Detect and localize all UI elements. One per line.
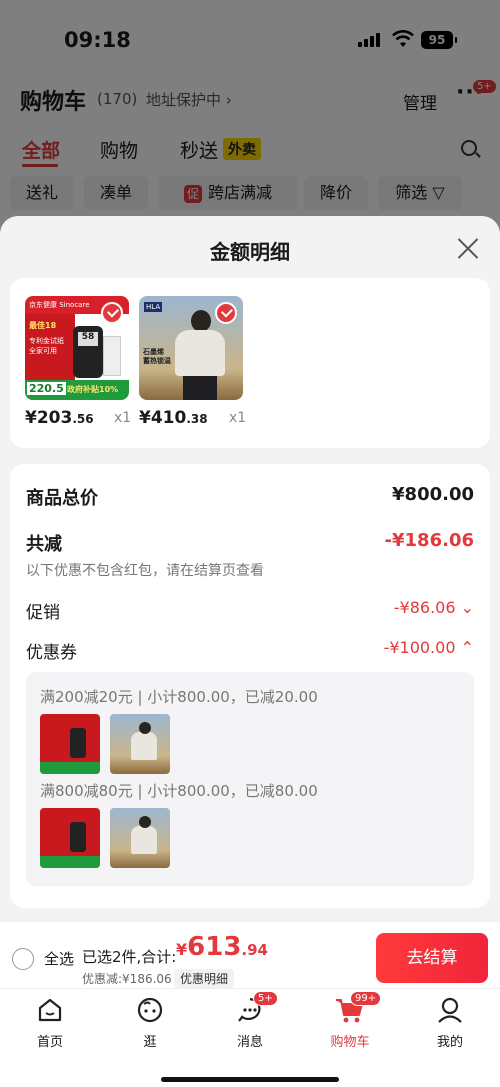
cart-header: 购物车 (170) 地址保护中 › 管理 ··· 5+ xyxy=(0,80,500,120)
nav-home[interactable]: 首页 xyxy=(0,993,100,1050)
promo-value[interactable]: -¥86.06 ⌄ xyxy=(394,598,474,617)
signal-icon xyxy=(358,33,380,47)
user-icon xyxy=(438,997,462,1023)
nav-cart[interactable]: 99+ 购物车 xyxy=(300,991,400,1050)
select-all-label[interactable]: 全选 xyxy=(44,948,74,969)
amount-detail-sheet: 金额明细 京东健康 Sinocare 最佳18 专利金试纸 全家可用 58 22… xyxy=(0,216,500,1087)
product-tag: 最佳18 xyxy=(29,321,57,330)
coupon-thumb-jacket xyxy=(110,714,170,774)
close-icon[interactable] xyxy=(456,236,480,260)
search-icon[interactable] xyxy=(461,140,477,156)
product-price: ¥203.56 xyxy=(25,408,94,428)
pants-shape xyxy=(183,376,217,400)
product-label: 专利金试纸 全家可用 xyxy=(29,337,64,355)
address-guard-link[interactable]: 地址保护中 › xyxy=(146,89,232,110)
tab-shopping[interactable]: 购物 xyxy=(100,136,138,163)
battery-icon: 95 xyxy=(421,31,457,49)
coupon-thumb-glucometer xyxy=(40,714,100,774)
product-image-glucometer[interactable]: 京东健康 Sinocare 最佳18 专利金试纸 全家可用 58 220.5 政… xyxy=(25,296,129,400)
face-icon xyxy=(137,997,163,1023)
tab-underline xyxy=(22,164,58,167)
price-int: ¥410 xyxy=(139,408,187,428)
reduce-note: 以下优惠不包含红包，请在结算页查看 xyxy=(26,563,264,579)
glucometer-device: 58 xyxy=(73,326,103,378)
discount-summary: 优惠减:¥186.06 xyxy=(82,972,172,986)
waimai-badge: 外卖 xyxy=(223,138,261,160)
selected-check-icon[interactable] xyxy=(215,302,237,324)
filter-chips: 送礼 凑单 促跨店满减 降价 筛选 ▽ xyxy=(0,176,500,210)
nav-profile[interactable]: 我的 xyxy=(400,993,500,1050)
checkout-button[interactable]: 去结算 xyxy=(376,933,488,983)
nav-label: 消息 xyxy=(236,1035,263,1050)
product-promo: 政府补贴10% xyxy=(67,385,119,394)
promo-tag: 促 xyxy=(183,185,202,203)
chip-price-drop[interactable]: 降价 xyxy=(304,176,368,210)
nav-messages[interactable]: 5+ 消息 xyxy=(200,991,300,1050)
price-dec: .38 xyxy=(186,412,208,426)
chip-coudan[interactable]: 凑单 xyxy=(84,176,148,210)
discount-detail-button[interactable]: 优惠明细 xyxy=(174,969,235,988)
coupon-info-2: 满800减80元 | 小计800.00，已减80.00 xyxy=(40,782,318,800)
coupon-value[interactable]: -¥100.00 ⌃ xyxy=(384,638,474,657)
total-value: ¥800.00 xyxy=(392,484,474,505)
chip-cross-store-label: 跨店满减 xyxy=(208,183,273,202)
chip-filter[interactable]: 筛选 ▽ xyxy=(378,176,462,210)
coupon-info-1: 满200减20元 | 小计800.00，已减20.00 xyxy=(40,688,318,706)
tab-miaosong[interactable]: 秒送 xyxy=(180,136,218,163)
manage-button[interactable]: 管理 xyxy=(403,89,437,114)
product-label: 石墨烯 蓄热锁温 xyxy=(143,348,171,365)
selected-check-icon[interactable] xyxy=(101,302,123,324)
cart-badge: 99+ xyxy=(350,991,382,1006)
selected-summary: 已选2件,合计: xyxy=(82,948,177,966)
more-badge: 5+ xyxy=(473,80,496,93)
total-amount: ¥613.94 xyxy=(176,932,268,962)
home-indicator xyxy=(161,1077,339,1082)
product-badge-price: 220.5 xyxy=(27,382,66,395)
product-qty: x1 xyxy=(114,410,132,426)
sheet-title: 金额明细 xyxy=(210,240,290,264)
amount-breakdown-card: 商品总价 ¥800.00 共减 -¥186.06 以下优惠不包含红包，请在结算页… xyxy=(10,464,490,908)
page-title: 购物车 xyxy=(20,90,87,115)
tab-all[interactable]: 全部 xyxy=(22,136,60,163)
price-dec: .56 xyxy=(72,412,94,426)
nav-label: 购物车 xyxy=(330,1035,370,1050)
coupon-detail-box: 满200减20元 | 小计800.00，已减20.00 满800减80元 | 小… xyxy=(26,672,474,886)
product-card: 京东健康 Sinocare 最佳18 专利金试纸 全家可用 58 220.5 政… xyxy=(10,278,490,448)
status-time: 09:18 xyxy=(64,28,131,52)
message-badge: 5+ xyxy=(253,991,278,1006)
product-brand: HLA xyxy=(144,302,163,312)
chip-gift[interactable]: 送礼 xyxy=(10,176,74,210)
currency: ¥ xyxy=(176,940,188,959)
nav-label: 首页 xyxy=(36,1035,63,1050)
model-head xyxy=(191,310,211,332)
price-int: ¥203 xyxy=(25,408,73,428)
checkout-bar: 全选 已选2件,合计: ¥613.94 优惠减:¥186.06 优惠明细 去结算… xyxy=(0,922,500,1087)
product-qty: x1 xyxy=(229,410,247,426)
home-icon xyxy=(38,998,62,1022)
bottom-nav: 首页 逛 5+ 消息 99+ 购物车 我的 xyxy=(0,988,500,1058)
total-label: 商品总价 xyxy=(26,488,98,509)
chip-cross-store[interactable]: 促跨店满减 xyxy=(158,176,298,210)
total-dec: .94 xyxy=(241,941,268,959)
coupon-label: 优惠券 xyxy=(26,643,77,663)
jacket-shape xyxy=(175,330,225,376)
nav-label: 逛 xyxy=(143,1035,157,1050)
nav-browse[interactable]: 逛 xyxy=(100,993,200,1050)
status-bar: 09:18 95 xyxy=(0,0,500,80)
product-price: ¥410.38 xyxy=(139,408,208,428)
cart-count: (170) xyxy=(97,90,138,108)
coupon-thumb-jacket xyxy=(110,808,170,868)
nav-label: 我的 xyxy=(436,1035,463,1050)
total-int: 613 xyxy=(187,932,242,962)
select-all-checkbox[interactable] xyxy=(12,948,34,970)
reduce-label: 共减 xyxy=(26,534,62,555)
promo-label: 促销 xyxy=(26,603,60,623)
wifi-icon xyxy=(392,30,414,47)
cart-tabs: 全部 购物 秒送 外卖 xyxy=(0,132,500,168)
reduce-value: -¥186.06 xyxy=(384,530,474,551)
test-strip-box xyxy=(103,336,121,376)
product-image-jacket[interactable]: HLA 石墨烯 蓄热锁温 xyxy=(139,296,243,400)
coupon-thumb-glucometer xyxy=(40,808,100,868)
